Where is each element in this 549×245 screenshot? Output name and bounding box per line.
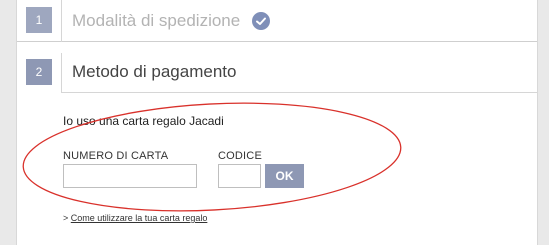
gift-card-intro: Io uso una carta regalo Jacadi — [63, 114, 224, 128]
step-payment: 2 Metodo di pagamento — [17, 43, 537, 93]
checkout-panel: 1 Modalità di spedizione 2 Metodo di pag… — [16, 0, 538, 245]
howto-link-row: > Come utilizzare la tua carta regalo — [63, 213, 207, 223]
ok-button[interactable]: OK — [265, 164, 304, 188]
code-input[interactable] — [218, 164, 261, 188]
step-divider — [61, 53, 62, 93]
step-title-payment: Metodo di pagamento — [72, 62, 237, 81]
step-number-badge: 1 — [26, 7, 52, 33]
section-divider — [61, 92, 537, 93]
howto-link[interactable]: Come utilizzare la tua carta regalo — [71, 213, 208, 223]
card-number-label: NUMERO DI CARTA — [63, 150, 169, 162]
howto-prefix: > — [63, 213, 69, 223]
checkmark-icon — [252, 12, 270, 30]
step-divider — [61, 0, 62, 42]
card-number-input[interactable] — [63, 164, 197, 188]
code-label: CODICE — [218, 150, 262, 162]
step-shipping[interactable]: 1 Modalità di spedizione — [17, 0, 537, 42]
step-number-badge: 2 — [26, 59, 52, 85]
step-title-shipping: Modalità di spedizione — [72, 11, 241, 30]
